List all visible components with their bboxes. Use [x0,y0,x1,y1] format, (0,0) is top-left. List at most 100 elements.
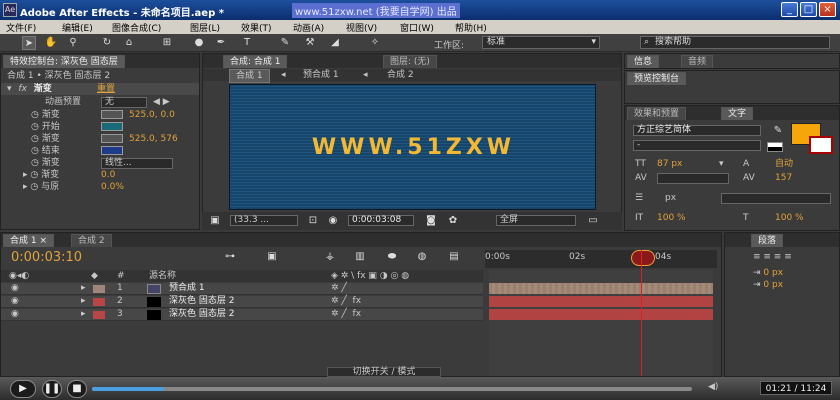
menu-edit[interactable]: 编辑(E) [62,21,93,34]
indent-left-value[interactable]: 0 px [763,268,783,278]
tab-audio[interactable]: 音频 [681,55,714,68]
pan-behind-tool-icon[interactable]: ⊞ [160,36,174,50]
stopwatch-icon[interactable]: ◷ [30,182,38,192]
layer-label-color[interactable] [93,311,105,319]
prev-next-arrows-icon[interactable]: ◀ ▶ [153,96,170,108]
breadcrumb-comp-2[interactable]: 合成 2 [387,69,414,81]
brush-tool-icon[interactable]: ✎ [278,36,292,50]
shy-layers-icon[interactable]: ▥ [353,250,367,264]
hand-tool-icon[interactable]: ✋ [44,36,58,50]
tab-layer[interactable]: 图层: (无) [383,55,437,68]
stop-icon[interactable]: ■ [67,380,87,398]
grid-icon[interactable]: ▣ [208,214,222,228]
scatter-value[interactable]: 0.0 [101,169,115,181]
menu-animation[interactable]: 动画(A) [293,21,324,34]
stroke-type-select[interactable] [721,193,831,204]
volume-icon[interactable]: ◀) [708,382,718,392]
close-icon[interactable]: × [39,236,47,246]
minimize-button[interactable]: _ [781,2,798,17]
safe-zone-icon[interactable]: ⊡ [306,214,320,228]
preset-select[interactable]: 无 [101,97,147,108]
composition-canvas[interactable]: WWW.51ZXW [229,84,596,210]
vertical-scale-value[interactable]: 100 % [657,212,686,224]
font-family-select[interactable]: 方正综艺简体 [633,125,761,136]
stopwatch-icon[interactable]: ◷ [31,110,39,120]
layer-switches-icon[interactable]: ✲ ╱ [331,283,347,294]
pen-tool-icon[interactable]: ✒ [214,36,228,50]
search-layers-icon[interactable]: ⊶ [223,250,237,264]
stroke-width-value[interactable]: px [665,192,676,204]
motion-blur-icon[interactable]: ⬬ [385,250,399,264]
reset-link[interactable]: 重置 [97,83,115,95]
visibility-eye-icon[interactable]: ◉ [11,283,19,294]
stopwatch-icon[interactable]: ◷ [30,170,38,180]
snapshot-icon[interactable]: ◙ [424,214,438,228]
stopwatch-icon[interactable]: ◷ [31,122,39,132]
shape-select[interactable]: 线性... [101,158,173,169]
chevron-down-icon[interactable]: ▾ [719,158,724,170]
font-style-select[interactable]: - [633,140,761,151]
workspace-select[interactable]: 标准 ▾ [482,36,600,49]
graph-editor-icon[interactable]: ◍ [415,250,429,264]
camera-tool-icon[interactable]: ⌂ [122,36,136,50]
start-point-value[interactable]: 525.0, 0.0 [129,109,175,121]
tab-timeline-comp-1[interactable]: 合成 1 × [3,234,55,247]
playhead-handle[interactable] [631,250,655,266]
expand-arrow-icon[interactable]: ▸ [81,296,86,307]
stroke-color-swatch[interactable] [809,136,833,154]
font-size-value[interactable]: 87 px [657,158,682,170]
visibility-eye-icon[interactable]: ◉ [11,309,19,320]
tracking-value[interactable]: 157 [775,172,792,184]
rotate-tool-icon[interactable]: ↻ [100,36,114,50]
layer-bar-precomp[interactable] [489,283,713,294]
timeline-timecode[interactable]: 0:00:03:10 [11,250,82,265]
breadcrumb-precomp-1[interactable]: 预合成 1 [303,69,339,81]
playback-progress-track[interactable] [92,387,692,391]
type-tool-icon[interactable]: T [240,36,254,50]
resolution-select[interactable]: 全屏 [496,215,576,226]
visibility-eye-icon[interactable]: ◉ [11,296,19,307]
close-button[interactable]: × [819,2,836,17]
puppet-pin-tool-icon[interactable]: ✧ [368,36,382,50]
ellipse-tool-icon[interactable]: ● [192,36,206,50]
breadcrumb-comp-1[interactable]: 合成 1 [229,69,270,83]
menu-file[interactable]: 文件(F) [6,21,36,34]
menu-view[interactable]: 视图(V) [346,21,377,34]
draft-3d-icon[interactable]: ⚶ [323,250,337,264]
tab-preview[interactable]: 预览控制台 [627,72,687,85]
layer-name[interactable]: 预合成 1 [169,283,205,294]
tab-text[interactable]: 文字 [721,107,754,120]
camera-icon[interactable]: ◉ [326,214,340,228]
expand-arrow-icon[interactable]: ▸ [81,283,86,294]
play-icon[interactable]: ▶ [10,380,36,398]
layer-switches-icon[interactable]: ✲ ╱ fx [331,309,361,320]
leading-value[interactable]: 自动 [775,158,793,170]
layer-row[interactable]: ◉ ▸ 2 深灰色 固态层 2 ✲ ╱ fx [1,296,483,308]
tab-info[interactable]: 信息 [627,55,660,68]
paragraph-align-row[interactable]: ≡ ≡ ≡ ≡ [725,251,839,263]
eyedropper-icon[interactable]: ✎ [771,124,785,138]
tab-effect-controls[interactable]: 特效控制台: 深灰色 固态层 [3,55,125,68]
stopwatch-icon[interactable]: ◷ [31,158,39,168]
toggle-switches-modes-button[interactable]: 切换开关 / 模式 [327,367,441,377]
menu-effect[interactable]: 效果(T) [241,21,272,34]
search-help-input[interactable]: ⌕ 搜索帮助 [640,36,830,49]
menu-help[interactable]: 帮助(H) [455,21,487,34]
crosshair-button[interactable] [101,134,123,143]
crosshair-button[interactable] [101,110,123,119]
menu-composition[interactable]: 图像合成(C) [112,21,161,34]
layer-label-color[interactable] [93,298,105,306]
selection-tool-icon[interactable]: ➤ [22,36,36,50]
indent-first-value[interactable]: 0 px [763,280,783,290]
stopwatch-icon[interactable]: ◷ [31,134,39,144]
maximize-button[interactable]: □ [800,2,817,17]
blend-value[interactable]: 0.0% [101,181,124,193]
zoom-tool-icon[interactable]: ⚲ [66,36,80,50]
timecode-display[interactable]: 0:00:03:08 [348,215,414,226]
layer-bar-solid-3[interactable] [489,309,713,320]
tab-effects-presets[interactable]: 效果和预置 [627,107,687,120]
eraser-tool-icon[interactable]: ◢ [328,36,342,50]
end-point-value[interactable]: 525.0, 576 [129,133,178,145]
current-time-indicator[interactable] [641,250,642,376]
tab-timeline-comp-2[interactable]: 合成 2 [71,234,112,247]
